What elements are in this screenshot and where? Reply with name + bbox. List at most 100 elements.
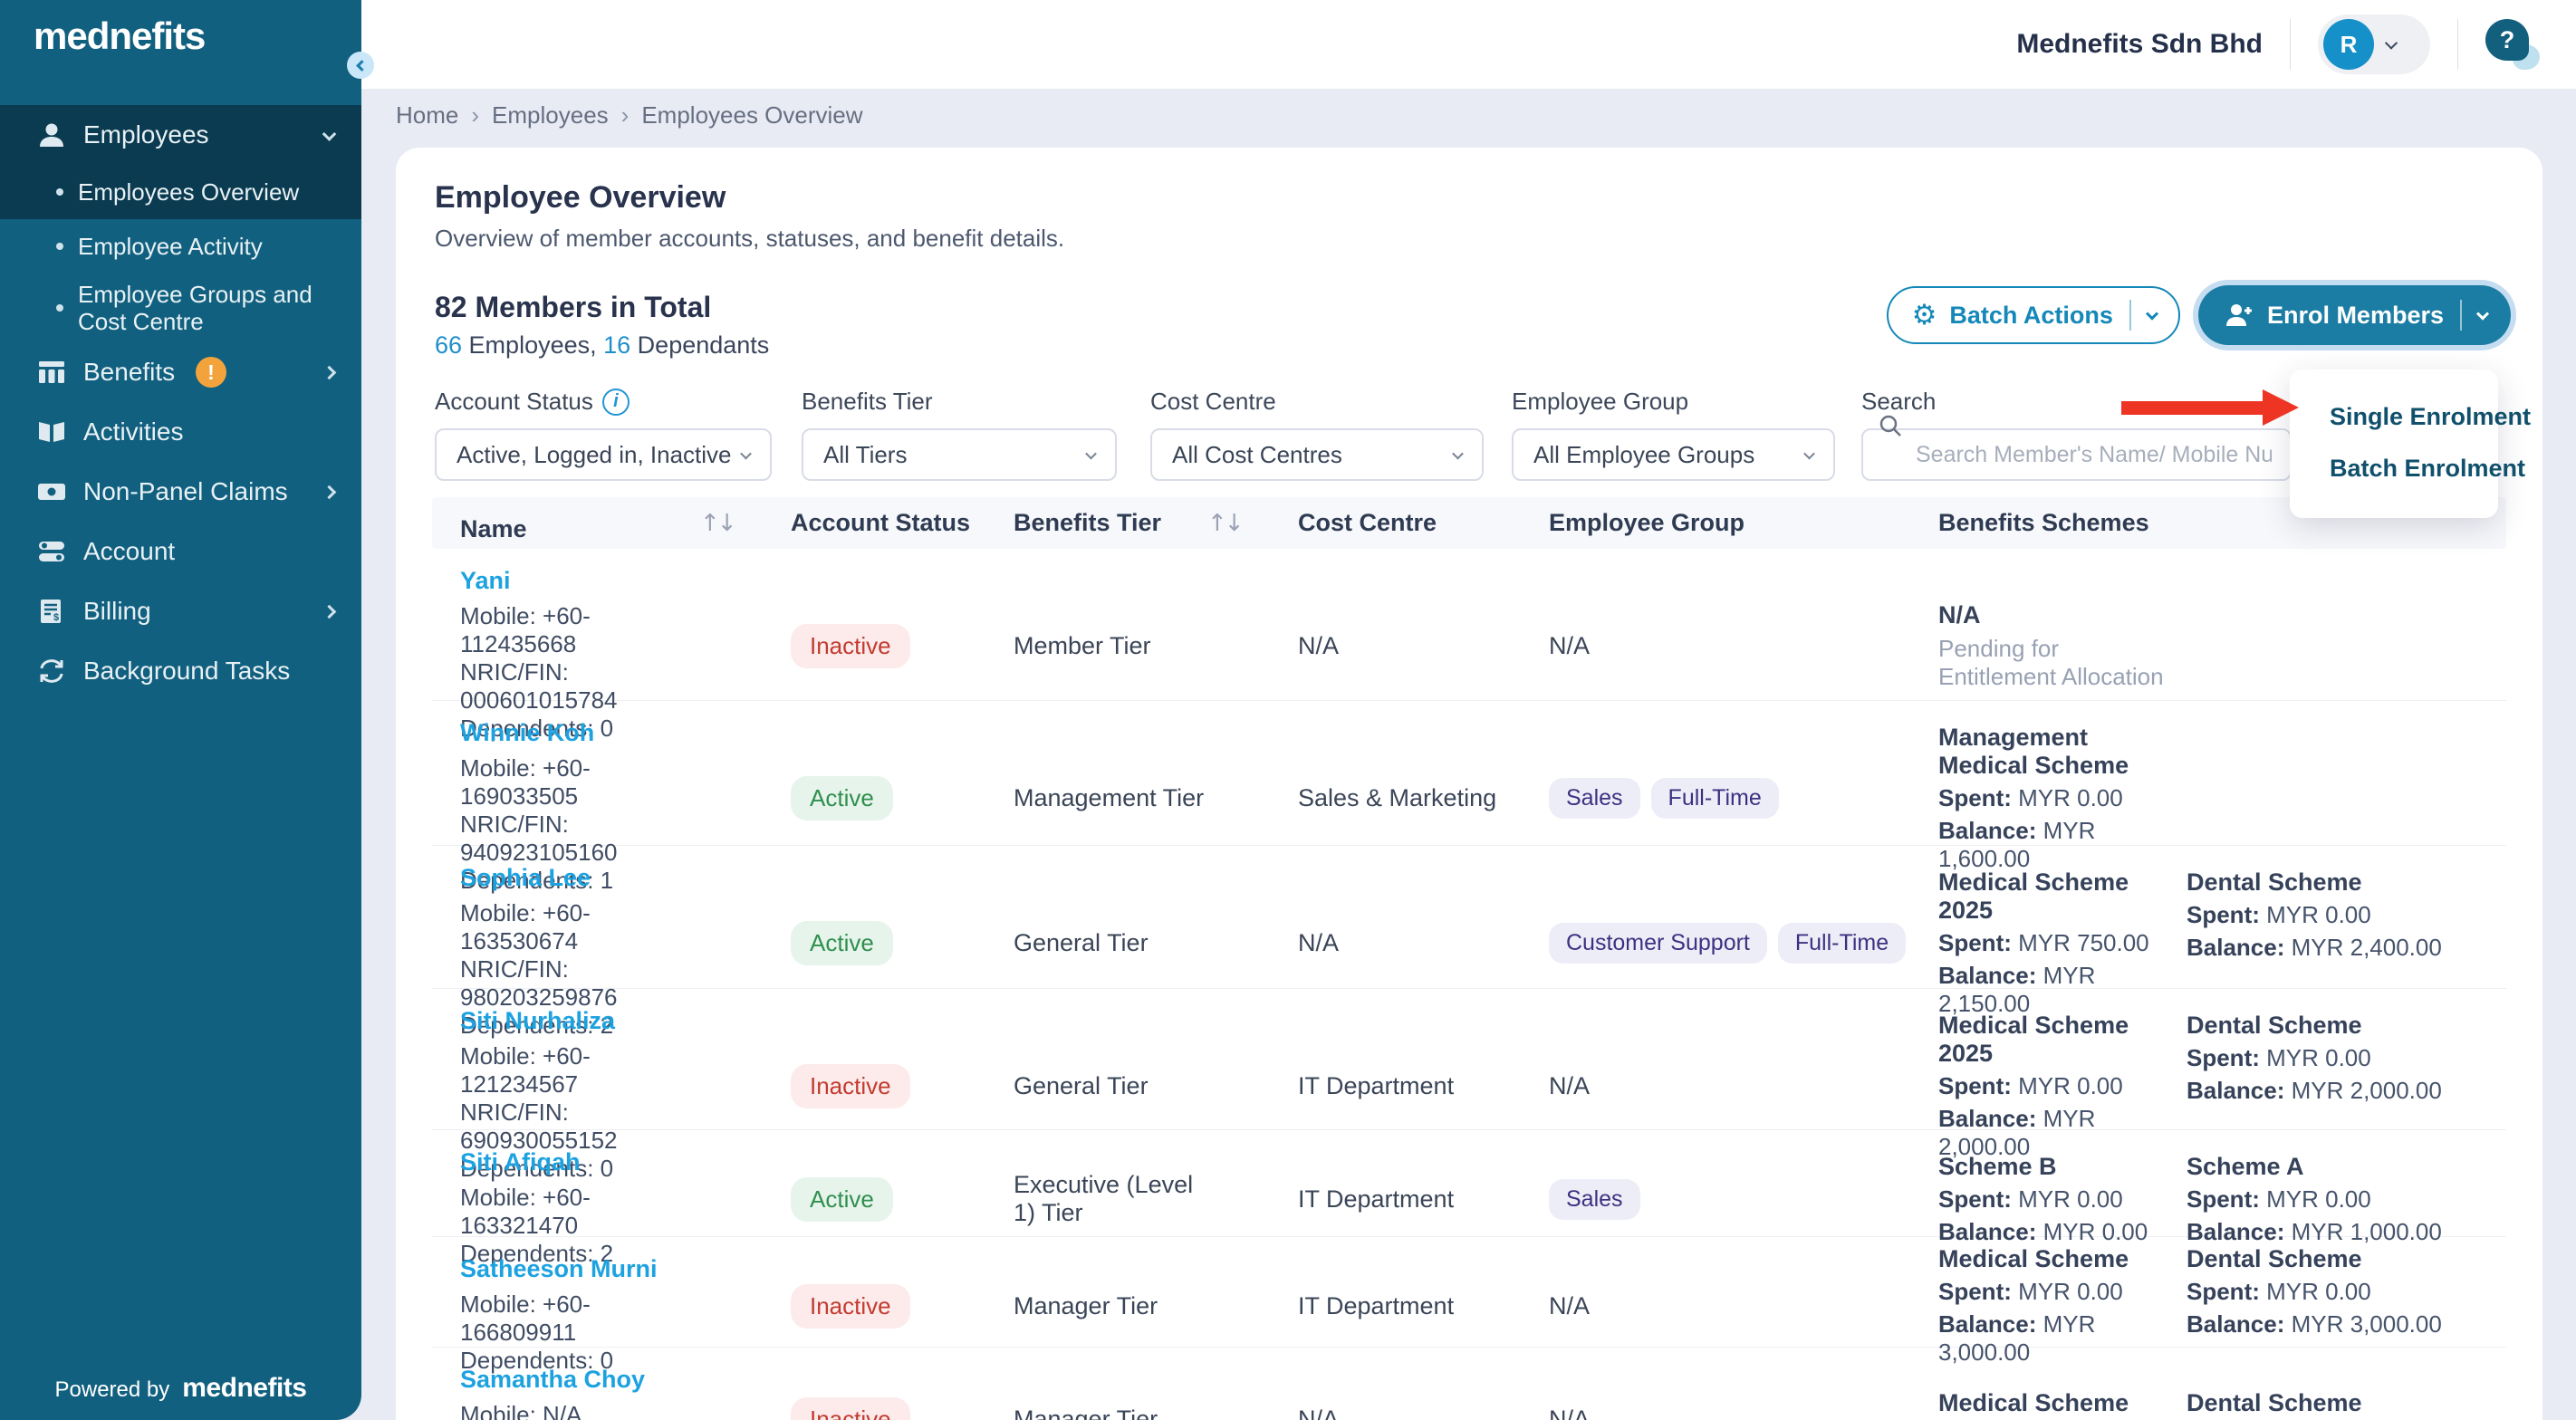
scheme-balance: Balance: MYR 2,150.00 (1938, 962, 2165, 1018)
alert-badge: ! (196, 357, 226, 388)
scheme-spent: Spent: MYR 0.00 (1938, 1278, 2165, 1306)
filter-label: Account Statusi (435, 388, 772, 416)
scheme-block: Scheme BSpent: MYR 0.00Balance: MYR 0.00 (1938, 1153, 2165, 1246)
member-name-link[interactable]: Siti Nurhaliza (460, 1007, 615, 1035)
group-tag: Customer Support (1549, 923, 1767, 964)
breadcrumb-separator: › (471, 101, 479, 130)
sidebar-item-account[interactable]: Account (0, 522, 361, 581)
chevron-down-icon (1452, 447, 1464, 459)
sidebar-item-non-panel-claims[interactable]: Non-Panel Claims (0, 462, 361, 522)
sidebar-item-label: Employees (83, 120, 324, 149)
cost-centre-select[interactable]: All Cost Centres (1150, 428, 1484, 481)
member-name-link[interactable]: Winnie Koh (460, 719, 594, 747)
sidebar-subitem-employee-activity[interactable]: Employee Activity (0, 219, 361, 273)
scheme-spent: Spent: MYR 0.00 (2187, 901, 2506, 929)
topbar: Mednefits Sdn Bhd R ? (361, 0, 2576, 89)
scheme-name: Medical Scheme (1938, 1245, 2165, 1273)
member-name-link[interactable]: Yani (460, 567, 511, 595)
billing-icon: $ (36, 598, 67, 625)
search-input[interactable] (1861, 428, 2292, 481)
dependants-label: Dependants (630, 331, 769, 359)
scheme-spent: Spent: MYR 0.00 (1938, 1185, 2165, 1214)
brand-logo: mednefits (34, 14, 205, 58)
sidebar-item-employees[interactable]: Employees (0, 105, 361, 165)
scheme-block: Medical Scheme 2025Spent: MYR 750.00Bala… (1938, 868, 2165, 1018)
cost-centre-value: N/A (1298, 929, 1339, 956)
table-row-winnie-koh: Winnie KohMobile: +60-169033505NRIC/FIN:… (432, 701, 2506, 846)
sidebar-subitem-employee-groups-and-cost-centre[interactable]: Employee Groups and Cost Centre (0, 273, 361, 342)
group-tag: Sales (1549, 778, 1640, 819)
batch-actions-button[interactable]: ⚙ Batch Actions (1887, 286, 2180, 344)
status-badge: Active (791, 776, 893, 820)
employees-label: Employees, (462, 331, 603, 359)
breadcrumb-employees[interactable]: Employees (492, 101, 609, 130)
scheme-balance: Balance: MYR 1,600.00 (1938, 817, 2165, 873)
breadcrumb-home[interactable]: Home (396, 101, 458, 130)
member-detail: Mobile: N/A (460, 1401, 700, 1420)
account-status-select[interactable]: Active, Logged in, Inactive (435, 428, 772, 481)
info-icon[interactable]: i (602, 389, 630, 416)
help-icon[interactable]: ? (2485, 19, 2536, 70)
tasks-icon (36, 657, 67, 685)
member-name-link[interactable]: Siti Afiqah (460, 1148, 581, 1176)
scheme-block: Medical SchemeSpent: MYR 0.00Balance: MY… (1938, 1245, 2165, 1367)
member-name-link[interactable]: Satheeson Murni (460, 1255, 658, 1283)
sidebar-collapse-button[interactable] (347, 52, 374, 79)
menu-item-batch-enrolment[interactable]: Batch Enrolment (2290, 443, 2498, 494)
status-badge: Inactive (791, 1397, 910, 1420)
chevron-down-icon[interactable] (2146, 308, 2158, 321)
scheme-block: Scheme ASpent: MYR 0.00Balance: MYR 1,00… (2187, 1153, 2506, 1246)
table-body: YaniMobile: +60-112435668NRIC/FIN: 00060… (432, 549, 2506, 1420)
column-header-account-status: Account Status (791, 509, 1014, 537)
employee-group-select[interactable]: All Employee Groups (1512, 428, 1835, 481)
member-name-link[interactable]: Sophia Lee (460, 864, 591, 892)
member-detail: Mobile: +60-121234567 (460, 1042, 700, 1099)
chevron-down-icon[interactable] (2476, 308, 2489, 321)
employee-overview-card: Employee Overview Overview of member acc… (396, 148, 2542, 1420)
enrol-members-button[interactable]: Enrol Members (2198, 285, 2511, 345)
scheme-balance: Balance: MYR 2,400.00 (2187, 934, 2506, 962)
svg-text:$: $ (53, 612, 59, 623)
sidebar-item-background-tasks[interactable]: Background Tasks (0, 641, 361, 701)
sidebar-item-label: Activities (83, 417, 334, 446)
sidebar-subitem-employees-overview[interactable]: Employees Overview (0, 165, 361, 219)
menu-item-single-enrolment[interactable]: Single Enrolment (2290, 391, 2498, 443)
member-detail: Mobile: +60-163321470 (460, 1184, 700, 1240)
actions-bar: ⚙ Batch Actions Enrol Members (1887, 285, 2511, 345)
benefits-schemes-cell: Medical SchemeSpent: MYR 0.00Dental Sche… (1938, 1389, 2506, 1420)
scheme-spent: Spent: MYR 0.00 (1938, 1072, 2165, 1100)
scheme-name: Scheme B (1938, 1153, 2165, 1181)
benefits-schemes-cell: Medical Scheme 2025Spent: MYR 750.00Bala… (1938, 868, 2506, 1018)
breadcrumb-employees-overview[interactable]: Employees Overview (641, 101, 862, 130)
sidebar-item-billing[interactable]: $Billing (0, 581, 361, 641)
member-name-link[interactable]: Samantha Choy (460, 1366, 645, 1394)
sort-icons[interactable]: ↑↓ (700, 510, 735, 537)
sidebar-item-benefits[interactable]: Benefits! (0, 342, 361, 402)
sort-icons[interactable]: ↑↓ (1207, 510, 1242, 537)
scheme-balance: Balance: MYR 1,000.00 (2187, 1218, 2506, 1246)
sidebar-item-activities[interactable]: Activities (0, 402, 361, 462)
member-cell: Samantha Choy Mobile: N/A (432, 1348, 700, 1420)
column-header-cost-centre: Cost Centre (1298, 509, 1549, 537)
scheme-name: Dental Scheme (2187, 868, 2506, 897)
search-icon (1878, 413, 1903, 438)
table-row-yani: YaniMobile: +60-112435668NRIC/FIN: 00060… (432, 549, 2506, 701)
scheme-spent: Spent: MYR 0.00 (2187, 1278, 2506, 1306)
powered-by: Powered bymednefits (0, 1373, 361, 1404)
table-row-satheeson-murni: Satheeson MurniMobile: +60-166809911Depe… (432, 1237, 2506, 1348)
scheme-spent: Spent: MYR 0.00 (2187, 1044, 2506, 1072)
benefits-schemes-cell: Scheme BSpent: MYR 0.00Balance: MYR 0.00… (1938, 1153, 2506, 1246)
benefits-tier-select[interactable]: All Tiers (802, 428, 1117, 481)
company-name: Mednefits Sdn Bhd (2016, 29, 2263, 60)
breadcrumb: Home › Employees › Employees Overview (396, 101, 2576, 130)
scheme-balance: Balance: MYR 2,000.00 (2187, 1077, 2506, 1105)
bullet-icon (56, 304, 63, 312)
employees-count: 66 (435, 331, 462, 359)
user-menu[interactable]: R (2318, 14, 2430, 74)
benefits-tier-value: Management Tier (1014, 784, 1204, 811)
scheme-spent: Spent: MYR 0.00 (1938, 784, 2165, 812)
filter-label: Cost Centre (1150, 388, 1484, 416)
breadcrumb-separator: › (621, 101, 630, 130)
filter-employee-group: Employee GroupAll Employee Groups (1512, 388, 1835, 481)
enrol-members-menu: Single EnrolmentBatch Enrolment (2290, 369, 2498, 518)
